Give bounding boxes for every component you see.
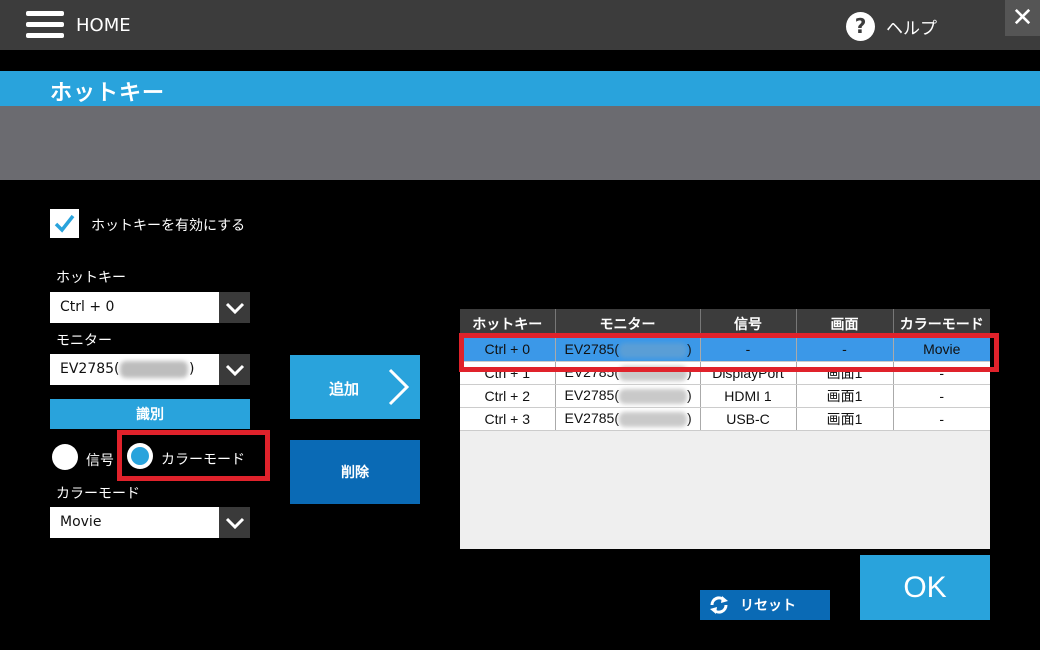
radio-signal-label: 信号 [86,453,114,469]
page-title-bar: ホットキー [0,71,1040,106]
colormode-value: Movie [60,514,102,530]
radio-colormode-label: カラーモード [161,452,245,468]
page-title: ホットキー [50,81,166,106]
radio-signal[interactable] [52,444,78,470]
cell-signal: HDMI 1 [699,384,796,408]
checkmark-icon [54,214,75,233]
refresh-icon [710,596,728,614]
cell-screen: - [795,338,893,362]
table-row[interactable]: Ctrl + 2 EV2785() HDMI 1 画面1 - [460,384,990,408]
colormode-label: カラーモード [56,486,140,502]
column-header-signal[interactable]: 信号 [699,309,796,338]
column-header-monitor[interactable]: モニター [554,309,700,338]
table-row[interactable]: Ctrl + 1 EV2785() DisplayPort 画面1 - [460,361,990,385]
column-header-colormode[interactable]: カラーモード [892,309,990,338]
cell-colormode: Movie [892,338,990,362]
header-band [0,106,1040,180]
cell-colormode: - [892,407,990,431]
cell-monitor: EV2785() [554,338,700,362]
chevron-down-icon[interactable] [219,354,250,385]
help-label: ヘルプ [886,18,937,39]
hotkey-table: ホットキー モニター 信号 画面 カラーモード Ctrl + 0 EV2785(… [460,309,990,549]
cell-screen: 画面1 [795,361,893,385]
hamburger-menu-icon[interactable] [26,11,64,39]
hotkey-label: ホットキー [56,270,126,286]
cell-monitor: EV2785() [554,361,700,385]
delete-button[interactable]: 削除 [290,440,420,504]
reset-label: リセット [740,598,796,614]
close-icon: ✕ [1011,3,1034,33]
cell-hotkey: Ctrl + 3 [460,407,555,431]
identify-button[interactable]: 識別 [50,399,250,429]
cell-hotkey: Ctrl + 1 [460,361,555,385]
cell-colormode: - [892,384,990,408]
hotkey-value: Ctrl + 0 [60,299,115,315]
cell-signal: USB-C [699,407,796,431]
radio-colormode[interactable] [127,443,153,469]
chevron-down-icon[interactable] [219,292,250,323]
reset-button[interactable]: リセット [700,590,830,620]
cell-hotkey: Ctrl + 2 [460,384,555,408]
add-label: 追加 [329,380,360,398]
colormode-select[interactable]: Movie [50,507,250,538]
cell-screen: 画面1 [795,407,893,431]
add-button[interactable]: 追加 [290,355,420,419]
ok-button[interactable]: OK [860,555,990,620]
hotkey-select[interactable]: Ctrl + 0 [50,292,250,323]
enable-hotkey-checkbox[interactable] [50,209,79,238]
cell-signal: - [699,338,796,362]
cell-signal: DisplayPort [699,361,796,385]
chevron-down-icon[interactable] [219,507,250,538]
home-link[interactable]: HOME [76,15,131,36]
monitor-select[interactable]: EV2785( ) [50,354,250,385]
question-circle-icon: ? [846,11,875,41]
close-button[interactable]: ✕ [1005,0,1040,36]
table-row[interactable]: Ctrl + 0 EV2785() - - Movie [460,338,990,362]
chevron-right-icon [388,368,410,406]
table-row[interactable]: Ctrl + 3 EV2785() USB-C 画面1 - [460,407,990,431]
cell-monitor: EV2785() [554,384,700,408]
top-bar: HOME ? ヘルプ ✕ [0,0,1040,50]
enable-hotkey-label: ホットキーを有効にする [91,218,246,234]
monitor-label: モニター [56,333,112,349]
cell-colormode: - [892,361,990,385]
monitor-value-suffix: ) [189,361,195,377]
monitor-value: EV2785( [60,361,120,377]
column-header-hotkey[interactable]: ホットキー [460,309,555,338]
cell-monitor: EV2785() [554,407,700,431]
cell-hotkey: Ctrl + 0 [460,338,555,362]
help-button[interactable]: ? ヘルプ [846,11,937,41]
column-header-screen[interactable]: 画面 [795,309,893,338]
cell-screen: 画面1 [795,384,893,408]
table-header-row: ホットキー モニター 信号 画面 カラーモード [460,309,990,338]
redacted-serial [120,361,188,378]
